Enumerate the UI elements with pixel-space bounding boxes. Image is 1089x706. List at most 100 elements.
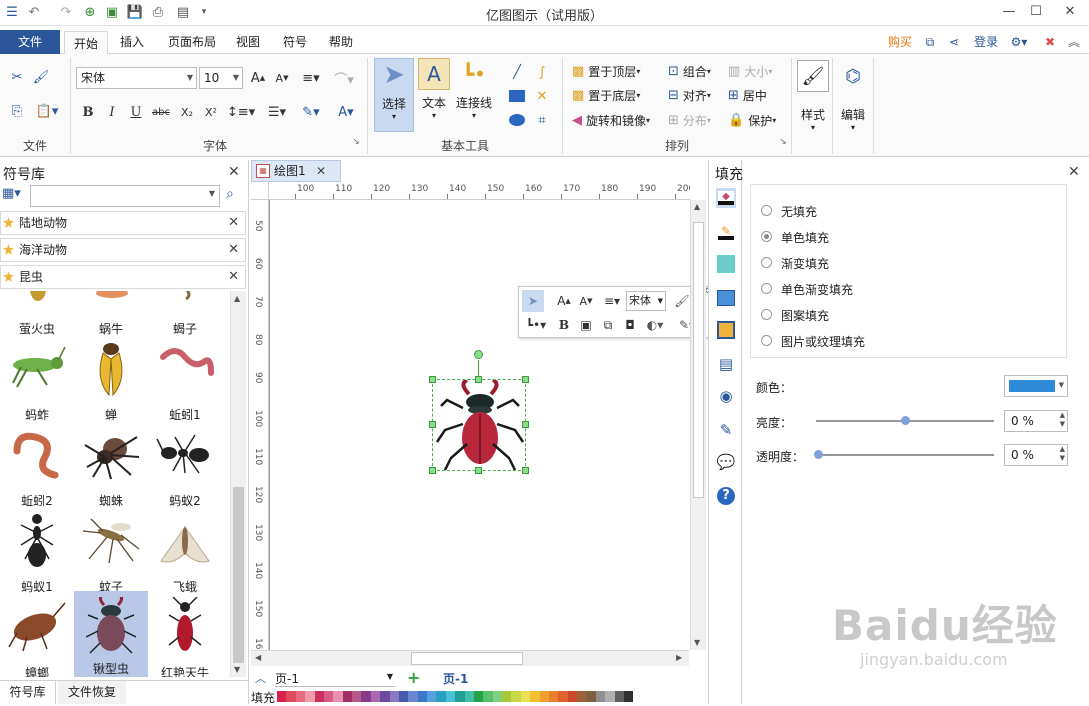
tab-file[interactable]: 文件 [0,30,60,54]
resize-handle[interactable] [475,376,482,383]
brightness-input[interactable]: 0 % ▲ ▼ [1004,410,1068,432]
symbol-earthworm-1[interactable]: 蚯蚓1 [148,339,222,425]
login-link[interactable]: 登录 [968,30,1004,54]
color-swatch[interactable] [305,691,315,702]
rotate-mirror-button[interactable]: ◀ 旋转和镜像 ▾ [572,111,664,129]
color-swatch[interactable] [455,691,465,702]
resize-handle[interactable] [429,376,436,383]
shadow-icon[interactable] [716,254,736,274]
color-swatch[interactable] [530,691,540,702]
color-swatch[interactable] [352,691,362,702]
help-icon[interactable]: ? [716,486,736,506]
color-swatch[interactable] [380,691,390,702]
bring-to-front-button[interactable]: ▩ 置于顶层 ▾ [572,62,656,80]
color-picker[interactable]: ▼ [1004,375,1068,397]
color-swatch[interactable] [314,691,324,702]
color-swatch[interactable] [295,691,306,702]
symbol-red-longhorn-beetle[interactable]: 红艳天牛 [148,597,222,677]
chevron-up-icon[interactable]: ︿ [255,670,266,686]
color-swatch[interactable] [445,691,456,702]
search-icon[interactable]: ⌕ [226,186,234,202]
style-button[interactable]: 🖌 样式 ▾ [796,60,830,146]
document-tab[interactable]: ▦ 绘图1 ✕ [251,160,341,182]
scroll-left-icon[interactable]: ◀ [255,653,261,662]
font-size-select[interactable]: 10 ▼ [199,67,243,89]
color-swatch[interactable] [464,691,474,702]
rectangle-tool-icon[interactable] [507,86,527,106]
page-icon[interactable]: ▤ [716,354,736,374]
color-swatch[interactable] [277,691,287,702]
scroll-thumb[interactable] [233,487,244,663]
color-swatch[interactable] [427,691,437,702]
transparency-slider[interactable] [814,450,994,459]
bold-button[interactable]: B [553,314,575,336]
symbol-ant-2[interactable]: 蚂蚁2 [148,425,222,511]
color-swatch[interactable] [567,691,577,702]
copy-icon[interactable]: ⎘ [8,102,26,120]
radio-picture-fill[interactable] [761,335,772,346]
radio-single-gradient-fill[interactable] [761,283,772,294]
select-tool-button[interactable]: ➤ 选择 ▾ [374,58,414,132]
symbol-list-scrollbar[interactable]: ▲ ▼ [230,291,246,677]
fill-effect-icon[interactable]: ◐▾ [641,314,669,336]
shrink-font-icon[interactable]: A ▼ [272,68,292,88]
share-icon[interactable]: ⋖ [944,30,964,54]
image-icon[interactable] [716,288,736,308]
selected-shape[interactable] [432,379,526,471]
italic-button[interactable]: I [104,102,120,122]
tab-insert[interactable]: 插入 [112,30,152,54]
superscript-button[interactable]: X² [202,102,220,122]
resize-handle[interactable] [522,376,529,383]
globe-icon[interactable]: ◉ [716,386,736,406]
color-swatch[interactable] [483,691,493,702]
comment-icon[interactable]: 💬 [716,452,736,472]
page-tab[interactable]: 页-1 [443,670,468,687]
symbol-snail[interactable]: 蜗牛 [74,291,148,339]
shadow-icon[interactable]: ◘ [619,314,641,336]
page-select[interactable]: 页-1 ▼ [275,670,395,687]
color-swatch[interactable] [389,691,399,702]
color-swatch[interactable] [286,691,296,702]
color-swatch[interactable] [558,691,568,702]
resize-handle[interactable] [522,467,529,474]
tab-view[interactable]: 视图 [228,30,268,54]
symbol-search-input[interactable]: ▼ [30,185,220,207]
line-icon[interactable]: ✎ [716,222,736,242]
scroll-up-icon[interactable]: ▲ [234,294,240,303]
pointer-icon[interactable]: ➤ [522,290,544,312]
close-icon[interactable]: ✕ [228,239,239,261]
text-highlight-icon[interactable]: ✎▾ [296,102,326,122]
color-swatch[interactable] [502,691,512,702]
close-button[interactable]: ✕ [1056,2,1084,22]
connector-style-icon[interactable]: ┗•▾ [522,314,550,336]
buy-link[interactable]: 购买 [882,30,918,54]
tab-symbols[interactable]: 符号 [275,30,315,54]
color-swatch[interactable] [511,691,521,702]
color-swatch[interactable] [623,691,634,702]
color-swatch[interactable] [577,691,587,702]
resize-handle[interactable] [429,467,436,474]
color-swatch[interactable] [333,691,343,702]
scroll-up-icon[interactable]: ▲ [694,202,700,211]
symbol-cockroach[interactable]: 蟑螂 [0,597,74,677]
transparency-input[interactable]: 0 % ▲ ▼ [1004,444,1068,466]
symbol-earthworm-2[interactable]: 蚯蚓2 [0,425,74,511]
close-icon[interactable]: ✕ [1068,164,1080,180]
resize-handle[interactable] [475,467,482,474]
tab-page-layout[interactable]: 页面布局 [160,30,224,54]
resize-handle[interactable] [522,421,529,428]
size-button[interactable]: ▥ 大小 ▾ [728,62,784,80]
connector-tool-button[interactable]: ┗• 连接线 ▾ [454,58,494,132]
library-item[interactable]: 陆地动物 ✕ [0,211,246,235]
subscript-button[interactable]: X₂ [178,102,196,122]
symbol-grasshopper[interactable]: 蚂蚱 [0,339,74,425]
symbol-moth[interactable]: 飞蛾 [148,511,222,597]
arrange-icon[interactable]: ⧉ [597,314,619,336]
symbol-mosquito[interactable]: 蚊子 [74,511,148,597]
color-swatch[interactable] [586,691,596,702]
scroll-down-icon[interactable]: ▼ [694,638,700,647]
font-name-select[interactable]: 宋体 ▼ [626,291,666,311]
color-swatch[interactable] [605,691,615,702]
ellipse-tool-icon[interactable] [507,110,527,130]
align-text-icon[interactable]: ≡▾ [298,68,324,88]
